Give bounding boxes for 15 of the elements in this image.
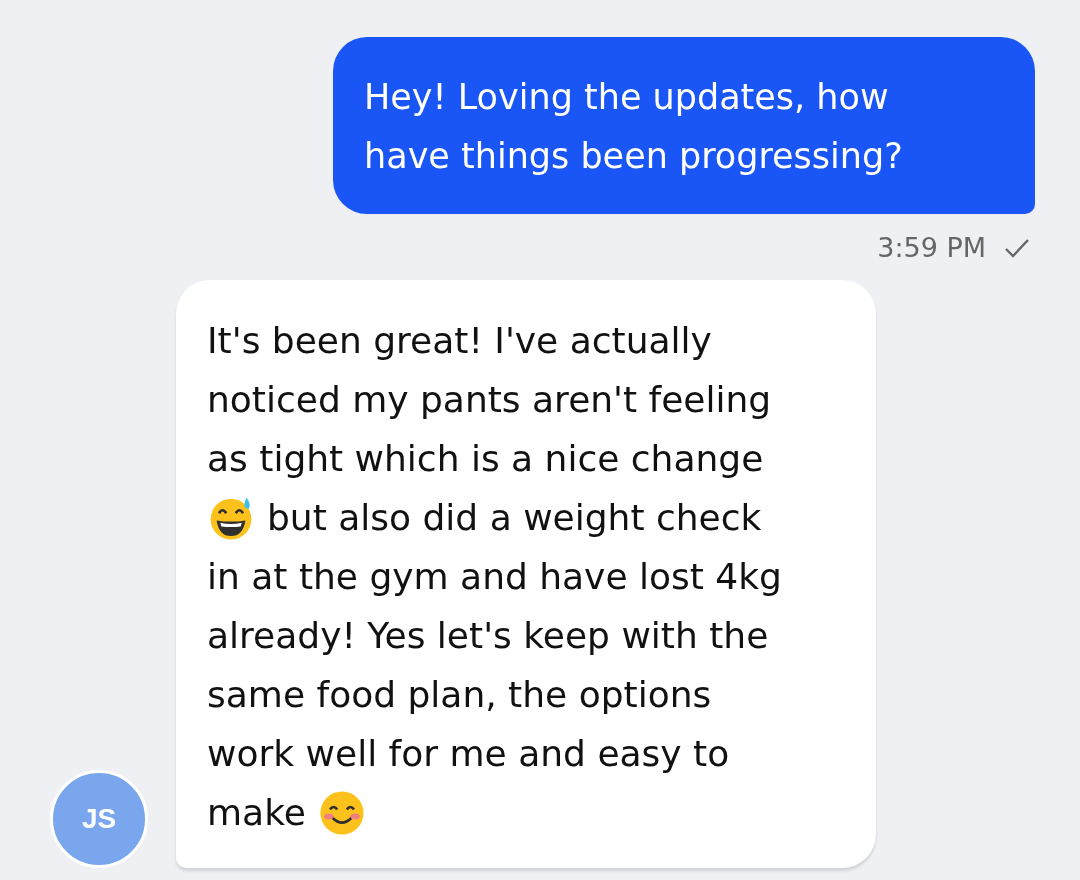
- message-text: make: [207, 792, 306, 833]
- message-text: noticed my pants aren't feeling: [207, 379, 772, 420]
- avatar[interactable]: JS: [50, 770, 148, 868]
- message-text: as tight which is a nice change: [207, 438, 764, 479]
- message-text: but also did a weight check: [267, 497, 762, 538]
- message-text: work well for me and easy to: [207, 733, 730, 774]
- message-text: have things been progressing?: [364, 135, 903, 176]
- message-text: in at the gym and have lost 4kg: [207, 556, 782, 597]
- checkmark-icon: [1004, 237, 1030, 258]
- message-text: Hey! Loving the updates, how: [364, 76, 889, 117]
- message-text: already! Yes let's keep with the: [207, 615, 769, 656]
- smiling-emoji-icon: [317, 788, 366, 837]
- timestamp: 3:59 PM: [877, 232, 986, 263]
- message-text: same food plan, the options: [207, 674, 712, 715]
- message-text: It's been great! I've actually: [207, 320, 712, 361]
